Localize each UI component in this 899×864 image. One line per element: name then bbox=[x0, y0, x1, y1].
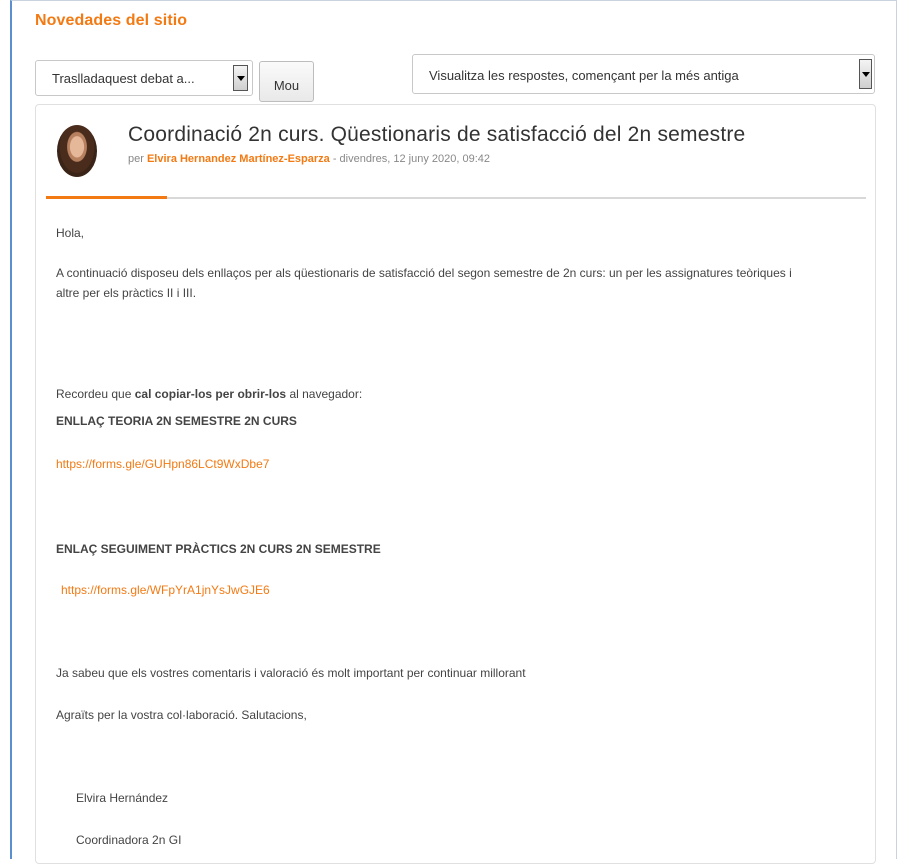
signature-name: Elvira Hernández bbox=[76, 791, 169, 805]
chevron-down-icon[interactable] bbox=[233, 65, 248, 91]
move-discussion-select[interactable]: Traslladaquest debat a... bbox=[35, 60, 253, 96]
post-title: Coordinació 2n curs. Qüestionaris de sat… bbox=[128, 123, 746, 146]
avatar[interactable] bbox=[57, 125, 97, 177]
byline-prefix: per bbox=[128, 153, 144, 165]
move-discussion-select-value: Traslladaquest debat a... bbox=[52, 70, 195, 86]
reminder-bold: cal copiar-los per obrir-los bbox=[134, 387, 287, 401]
link-practics[interactable]: https://forms.gle/WFpYrA1jnYsJwGJE6 bbox=[61, 580, 270, 600]
post-intro: A continuació disposeu dels enllaços per… bbox=[56, 266, 792, 300]
move-button[interactable]: Mou bbox=[259, 61, 314, 102]
post-thanks: Agraïts per la vostra col·laboració. Sal… bbox=[56, 708, 307, 722]
signature-role: Coordinadora 2n GI bbox=[76, 833, 182, 847]
reminder-suffix: al navegador: bbox=[286, 387, 363, 401]
post-divider-accent bbox=[46, 196, 167, 199]
link-teoria[interactable]: https://forms.gle/GUHpn86LCt9WxDbe7 bbox=[56, 454, 269, 474]
post-divider bbox=[46, 196, 866, 199]
reply-order-select[interactable]: Visualitza les respostes, començant per … bbox=[412, 54, 875, 94]
post-greeting: Hola, bbox=[56, 226, 85, 240]
post-reminder: Recordeu que cal copiar-los per obrir-lo… bbox=[56, 384, 362, 404]
post-byline: per Elvira Hernandez Martínez-Esparza - … bbox=[128, 153, 490, 165]
reminder-prefix: Recordeu que bbox=[56, 387, 135, 401]
page-title: Novedades del sitio bbox=[35, 12, 188, 29]
author-link[interactable]: Elvira Hernandez Martínez-Esparza bbox=[147, 153, 330, 165]
chevron-down-icon[interactable] bbox=[859, 59, 872, 89]
reply-order-select-value: Visualitza les respostes, començant per … bbox=[429, 67, 739, 83]
post-comments: Ja sabeu que els vostres comentaris i va… bbox=[56, 666, 526, 680]
forum-post: Coordinació 2n curs. Qüestionaris de sat… bbox=[35, 104, 876, 864]
heading-teoria: ENLLAÇ TEORIA 2N SEMESTRE 2N CURS bbox=[56, 414, 297, 428]
heading-practics: ENLAÇ SEGUIMENT PRÀCTICS 2N CURS 2N SEME… bbox=[56, 542, 381, 556]
post-date: divendres, 12 juny 2020, 09:42 bbox=[339, 153, 490, 165]
byline-separator: - bbox=[329, 153, 340, 165]
